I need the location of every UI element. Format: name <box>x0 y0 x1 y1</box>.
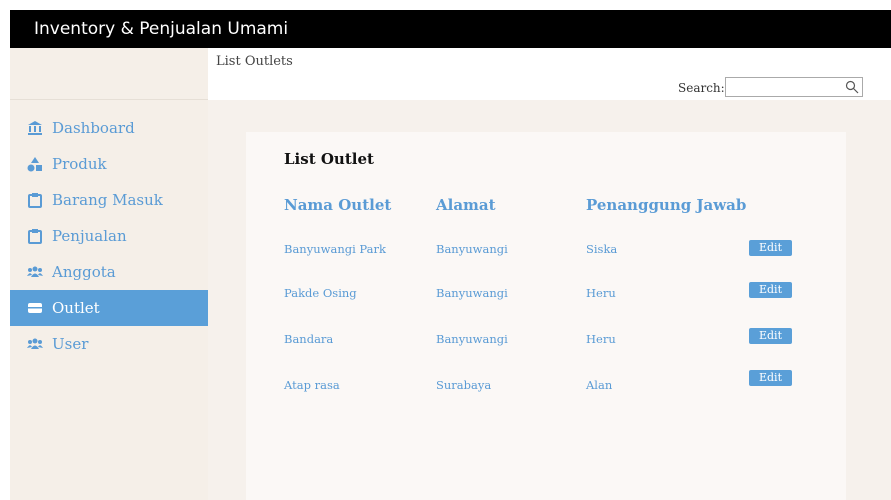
column-header-alamat: Alamat <box>436 196 496 214</box>
sidebar-item-label: User <box>52 335 89 353</box>
sidebar-item-label: Produk <box>52 155 107 173</box>
cell-alamat: Banyuwangi <box>436 286 508 300</box>
cell-nama-outlet: Bandara <box>284 332 334 346</box>
users-icon <box>26 263 44 281</box>
sidebar-item-outlet[interactable]: Outlet <box>10 290 208 326</box>
store-icon <box>26 299 44 317</box>
search-label: Search: <box>678 81 725 95</box>
page-header: List Outlets Search: <box>208 48 891 100</box>
column-header-nama-outlet: Nama Outlet <box>284 196 392 214</box>
app-title: Inventory & Penjualan Umami <box>34 19 289 39</box>
sidebar-item-penjualan[interactable]: Penjualan <box>10 218 208 254</box>
users-icon <box>26 335 44 353</box>
sidebar-item-label: Dashboard <box>52 119 135 137</box>
sidebar-item-user[interactable]: User <box>10 326 208 362</box>
table-row: Atap rasa Surabaya Alan Edit <box>246 370 846 396</box>
sidebar-item-barang-masuk[interactable]: Barang Masuk <box>10 182 208 218</box>
edit-button[interactable]: Edit <box>749 328 792 344</box>
bank-icon <box>26 119 44 137</box>
edit-button[interactable]: Edit <box>749 240 792 256</box>
table-title: List Outlet <box>284 150 374 168</box>
cell-nama-outlet: Pakde Osing <box>284 286 357 300</box>
outlet-table-card: List Outlet Nama Outlet Alamat Penanggun… <box>246 132 846 500</box>
app-title-bar: Inventory & Penjualan Umami <box>10 10 891 48</box>
search-input[interactable] <box>725 77 863 97</box>
edit-button[interactable]: Edit <box>749 370 792 386</box>
shapes-icon <box>26 155 44 173</box>
table-row: Banyuwangi Park Banyuwangi Siska Edit <box>246 240 846 260</box>
sidebar-item-anggota[interactable]: Anggota <box>10 254 208 290</box>
sidebar-item-label: Outlet <box>52 299 100 317</box>
edit-button[interactable]: Edit <box>749 282 792 298</box>
main-content: List Outlets Search: List Outlet Nama Ou… <box>208 48 891 500</box>
sidebar: Dashboard Produk Barang Masuk Penjualan … <box>10 48 208 500</box>
sidebar-item-label: Anggota <box>52 263 116 281</box>
sidebar-item-dashboard[interactable]: Dashboard <box>10 110 208 146</box>
table-row: Pakde Osing Banyuwangi Heru Edit <box>246 282 846 304</box>
clipboard-icon <box>26 227 44 245</box>
cell-nama-outlet: Banyuwangi Park <box>284 242 386 256</box>
cell-penanggung-jawab: Heru <box>586 332 616 346</box>
cell-penanggung-jawab: Alan <box>586 378 613 392</box>
sidebar-header <box>10 48 208 100</box>
cell-penanggung-jawab: Heru <box>586 286 616 300</box>
sidebar-item-produk[interactable]: Produk <box>10 146 208 182</box>
cell-alamat: Banyuwangi <box>436 242 508 256</box>
cell-nama-outlet: Atap rasa <box>284 378 340 392</box>
column-header-penanggung-jawab: Penanggung Jawab <box>586 196 747 214</box>
clipboard-icon <box>26 191 44 209</box>
table-row: Bandara Banyuwangi Heru Edit <box>246 328 846 350</box>
breadcrumb: List Outlets <box>216 54 293 69</box>
cell-alamat: Surabaya <box>436 378 492 392</box>
cell-alamat: Banyuwangi <box>436 332 508 346</box>
sidebar-item-label: Barang Masuk <box>52 191 163 209</box>
sidebar-item-label: Penjualan <box>52 227 127 245</box>
cell-penanggung-jawab: Siska <box>586 242 618 256</box>
search-icon[interactable] <box>845 79 859 94</box>
